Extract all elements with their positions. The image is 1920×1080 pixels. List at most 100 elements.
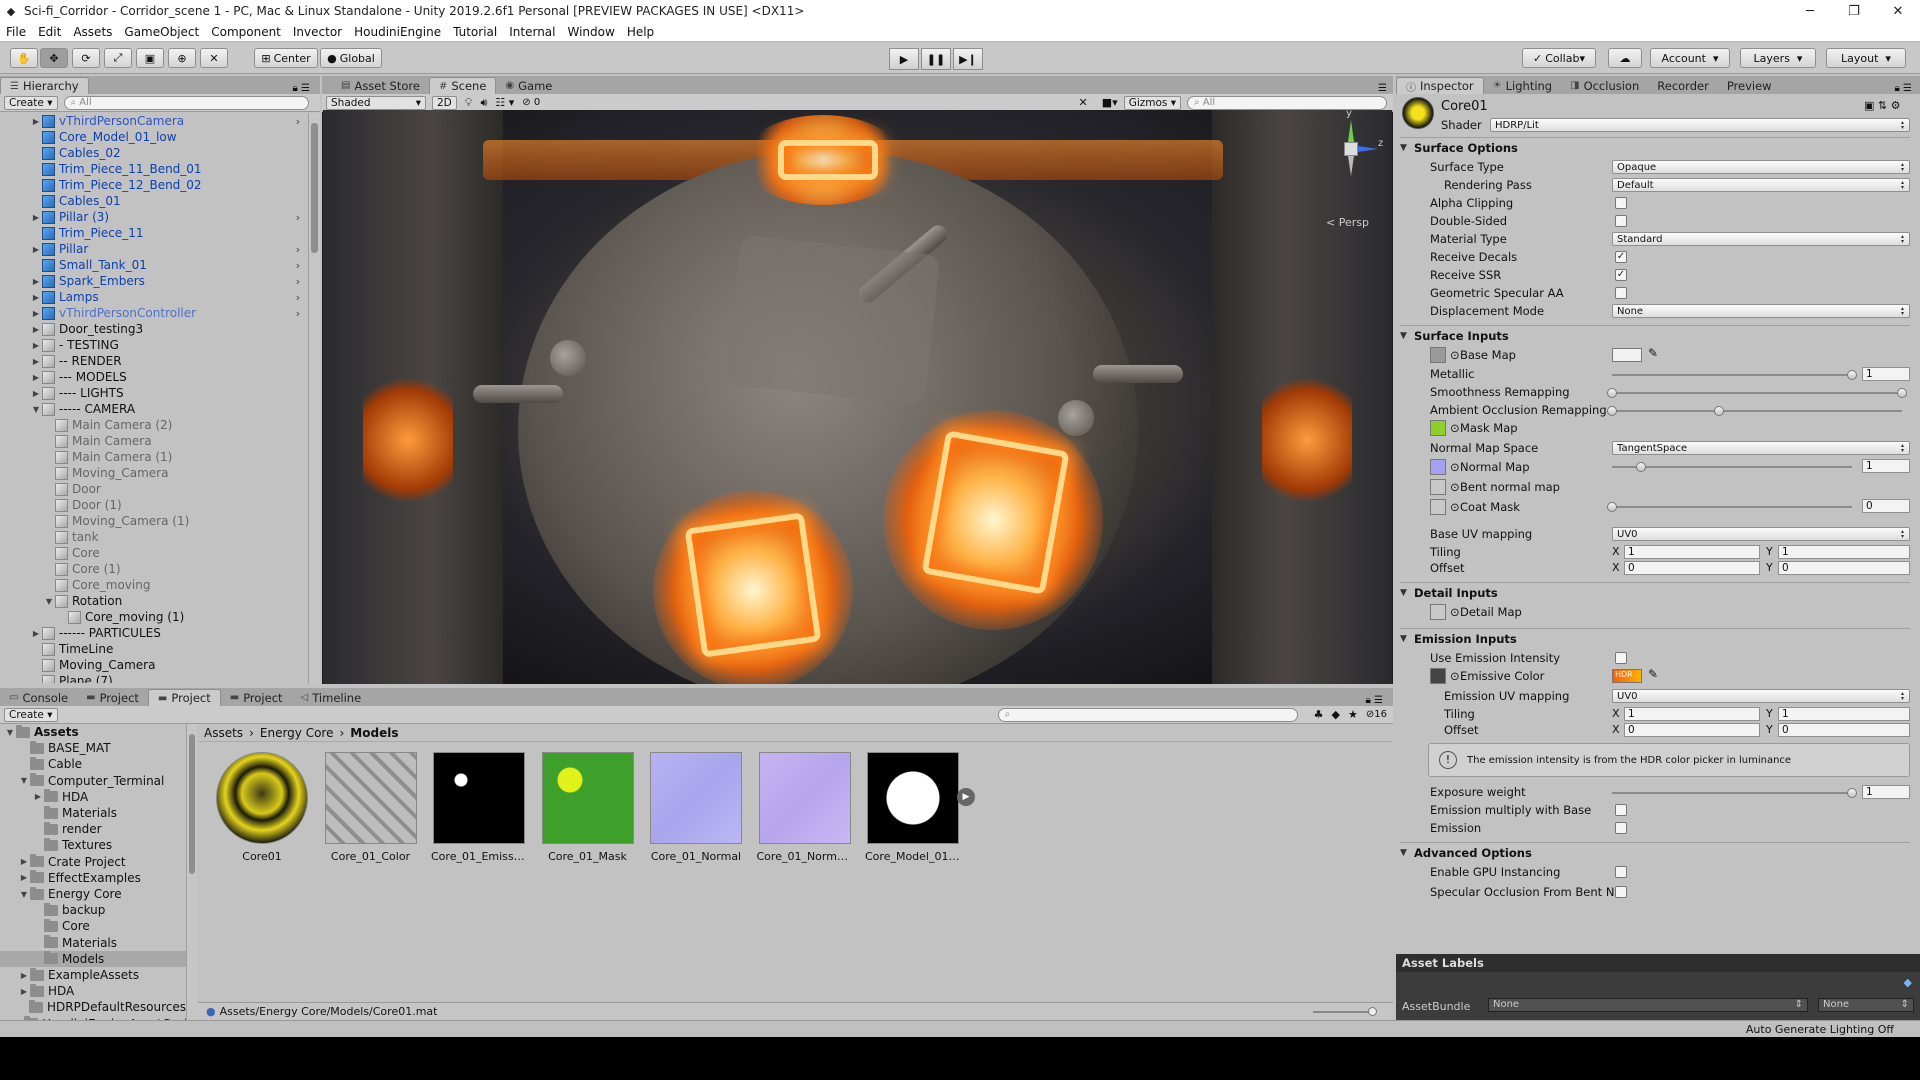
project-folder[interactable]: ▶ ExampleAssets [0,967,186,983]
hierarchy-item[interactable]: ▼ Rotation [0,593,308,609]
hierarchy-item[interactable]: tank [0,529,308,545]
chevron-right-icon[interactable]: › [296,115,300,128]
menu-item-gameobject[interactable]: GameObject [118,25,205,39]
expand-right-icon[interactable]: ▶ [32,792,44,801]
hierarchy-item[interactable]: Core_Model_01_low [0,129,308,145]
menu-item-houdiniengine[interactable]: HoudiniEngine [348,25,447,39]
hierarchy-item[interactable]: ▶ ---- LIGHTS [0,385,308,401]
audio-icon[interactable]: 🔊︎ [480,96,487,110]
scene-gizmo[interactable]: y z < Persp [1320,110,1383,229]
hierarchy-search-input[interactable]: ⌕ All [63,95,309,110]
play-button[interactable]: ▶ [889,48,919,70]
emission-uv-dropdown[interactable]: UV0 [1612,689,1910,703]
hierarchy-scrollbar[interactable] [308,113,320,684]
asset-variant-dropdown[interactable]: None ⇕ [1818,998,1914,1012]
asset-item[interactable]: Core_01_Normal ... [757,752,853,863]
transform-tool-icon[interactable]: ⊕ [168,48,196,68]
hierarchy-item[interactable]: Core (1) [0,561,308,577]
hierarchy-item[interactable]: Moving_Camera [0,465,308,481]
shading-dropdown[interactable]: Shaded ▾ [326,95,426,110]
asset-item[interactable]: Core_01_Normal [648,752,744,863]
rect-tool-icon[interactable]: ▣ [136,48,164,68]
hierarchy-item[interactable]: Plane (7) [0,673,308,683]
hierarchy-item[interactable]: ▶ - TESTING [0,337,308,353]
receive-decals-checkbox[interactable]: ✓ [1615,251,1627,263]
menu-item-window[interactable]: Window [561,25,620,39]
base-uv-dropdown[interactable]: UV0 [1612,527,1910,541]
emissive-hdr-swatch[interactable]: HDR [1612,669,1642,683]
hierarchy-item[interactable]: ▶ Pillar › [0,241,308,257]
project-folder[interactable]: Materials [0,805,186,821]
custom-tool-icon[interactable]: ✕ [200,48,228,68]
pivot-global-button[interactable]: ● Global [320,48,382,68]
asset-item[interactable]: Core_01_Color [323,752,419,863]
expand-down-icon[interactable]: ▼ [18,776,30,785]
hierarchy-create-dropdown[interactable]: Create ▾ [4,95,58,110]
asset-item[interactable]: Core_Model_01_l... ▶ [865,752,975,863]
hierarchy-item[interactable]: ▶ Lamps › [0,289,308,305]
hierarchy-item[interactable]: ▶ Door_testing3 [0,321,308,337]
tools-icon[interactable]: ✕ [1079,96,1088,109]
offset-y[interactable]: 0 [1778,561,1910,575]
project-folder[interactable]: ▶ EffectExamples [0,870,186,886]
base-color-swatch[interactable] [1612,348,1642,362]
surface-type-dropdown[interactable]: Opaque [1612,160,1910,174]
maximize-button[interactable]: ❐ [1832,4,1876,19]
hierarchy-item[interactable]: ▶ --- MODELS [0,369,308,385]
rendering-pass-dropdown[interactable]: Default [1612,178,1910,192]
surface-inputs-header[interactable]: ▼ Surface Inputs [1400,328,1509,344]
expand-right-icon[interactable]: ▶ [18,873,30,882]
metallic-slider-value[interactable]: 1 [1862,367,1910,381]
chevron-right-icon[interactable]: › [296,243,300,256]
tab-project-3[interactable]: ▬ Project [221,689,292,706]
hierarchy-item[interactable]: ▶ Pillar (3) › [0,209,308,225]
advanced-options-header[interactable]: ▼ Advanced Options [1400,845,1532,861]
project-folder[interactable]: Models [0,950,186,967]
surface-options-header[interactable]: ▼ Surface Options [1400,140,1518,156]
hierarchy-item[interactable]: Main Camera (2) [0,417,308,433]
use-emission-checkbox[interactable] [1615,652,1627,664]
expand-down-icon[interactable]: ▼ [30,405,42,414]
menu-item-help[interactable]: Help [621,25,660,39]
hierarchy-item[interactable]: ▶ vThirdPersonController › [0,305,308,321]
lightbulb-icon[interactable]: 💡︎ [465,96,473,110]
tab-game[interactable]: ◉ Game [496,77,561,94]
scene-viewport[interactable]: y z < Persp [323,110,1392,684]
breadcrumb-item[interactable]: Assets [204,726,243,740]
double-sided-checkbox[interactable] [1615,215,1627,227]
tab-timeline[interactable]: ◁ Timeline [292,689,371,706]
menu-item-file[interactable]: File [0,25,32,39]
project-search-input[interactable]: ⌕ [997,707,1298,722]
tab-occlusion[interactable]: ◨ Occlusion [1561,77,1648,94]
scroll-thumb[interactable] [311,123,318,253]
collab-dropdown[interactable]: ✓ Collab ▾ [1522,48,1596,68]
expand-down-icon[interactable]: ▼ [18,890,30,899]
project-folder[interactable]: ▶ Crate Project [0,854,186,870]
receive-ssr-checkbox[interactable]: ✓ [1615,269,1627,281]
hierarchy-item[interactable]: Main Camera (1) [0,449,308,465]
hierarchy-item[interactable]: ▶ vThirdPersonCamera › [0,113,308,129]
project-create-dropdown[interactable]: Create ▾ [4,707,58,722]
chevron-right-icon[interactable]: › [296,291,300,304]
lock-icon[interactable]: 🔒︎ ☰ [1366,695,1383,706]
emissive-color-slot[interactable] [1430,668,1446,684]
normal-space-dropdown[interactable]: TangentSpace [1612,441,1910,455]
pivot-center-button[interactable]: ⊞ Center [254,48,318,68]
lock-icon[interactable]: 🔒︎ ☰ [1895,83,1912,94]
chevron-right-icon[interactable]: › [296,307,300,320]
eyedropper-icon[interactable]: ✎ [1648,346,1658,360]
tab-project-2[interactable]: ▬ Project [147,689,221,706]
tab-inspector[interactable]: ⓘ Inspector [1396,77,1484,94]
tab-asset-store[interactable]: ▤ Asset Store [332,77,429,94]
menu-item-tutorial[interactable]: Tutorial [447,25,503,39]
hierarchy-item[interactable]: Trim_Piece_11 [0,225,308,241]
persp-label[interactable]: < Persp [1326,216,1369,229]
project-folder[interactable]: BASE_MAT [0,740,186,756]
lock-icon[interactable]: 🔒︎ ☰ [293,83,310,94]
ao-range[interactable] [1607,406,1902,416]
emission-inputs-header[interactable]: ▼ Emission Inputs [1400,631,1517,647]
offset-x[interactable]: 0 [1624,561,1760,575]
coat-mask-slider-knob[interactable] [1607,502,1617,512]
normal-map-slot[interactable] [1430,459,1446,475]
hierarchy-item[interactable]: Moving_Camera (1) [0,513,308,529]
